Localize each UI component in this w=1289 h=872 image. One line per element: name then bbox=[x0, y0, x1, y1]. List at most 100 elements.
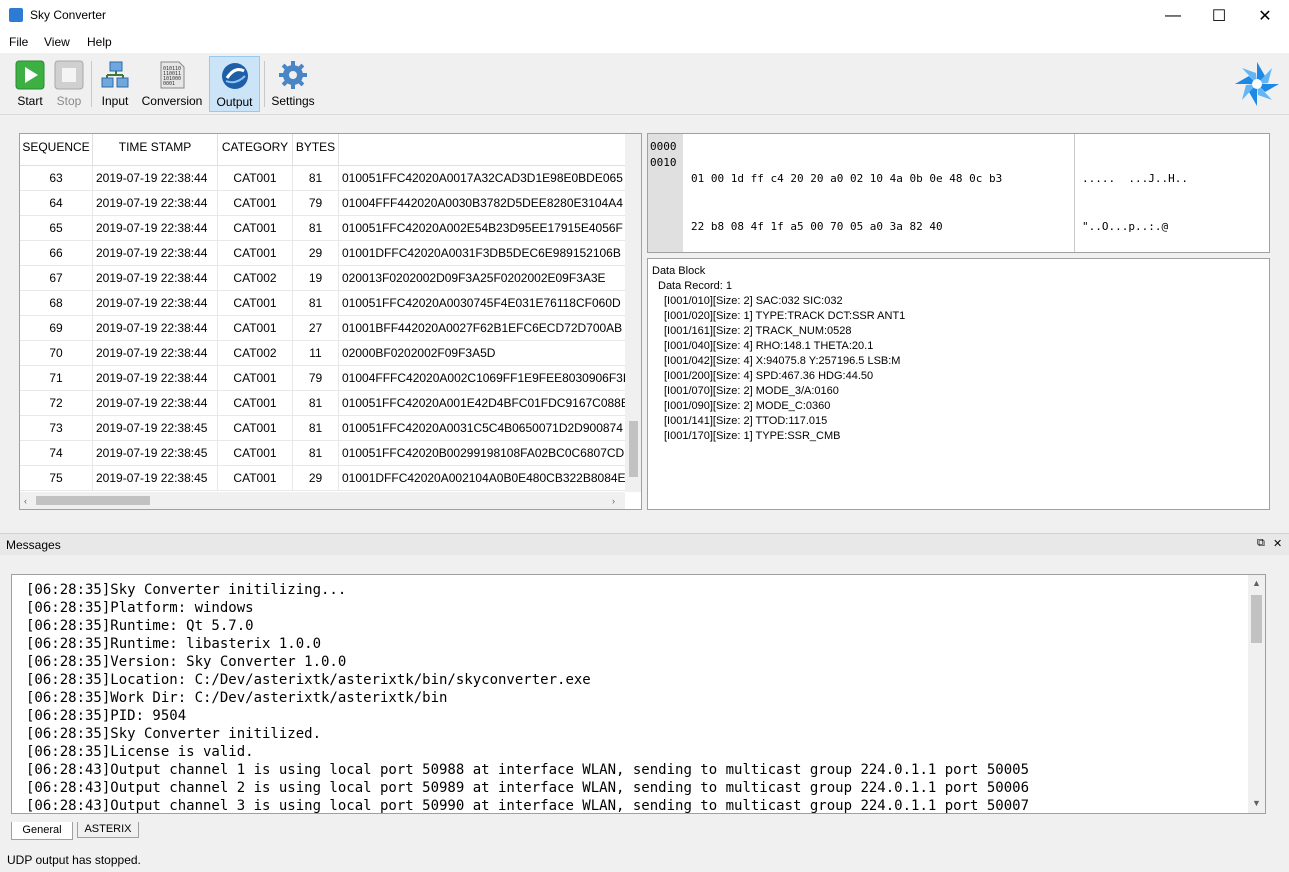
tree-item[interactable]: [I001/141][Size: 2] TTOD:117.015 bbox=[664, 414, 1265, 429]
table-row[interactable]: 66 2019-07-19 22:38:44 CAT001 29 01001DFFC42… bbox=[20, 241, 625, 266]
network-icon bbox=[100, 60, 130, 90]
input-button[interactable]: Input bbox=[95, 56, 135, 112]
cell-timestamp: 2019-07-19 22:38:44 bbox=[93, 266, 218, 291]
table-row[interactable]: 68 2019-07-19 22:38:44 CAT001 81 010051FFC42… bbox=[20, 291, 625, 316]
cell-timestamp: 2019-07-19 22:38:44 bbox=[93, 316, 218, 341]
scroll-right-icon[interactable]: › bbox=[612, 496, 615, 506]
table-row[interactable]: 69 2019-07-19 22:38:44 CAT001 27 01001BFF442… bbox=[20, 316, 625, 341]
cell-category: CAT001 bbox=[218, 191, 293, 216]
tree-item[interactable]: [I001/042][Size: 4] X:94075.8 Y:257196.5… bbox=[664, 354, 1265, 369]
scrollbar-thumb[interactable] bbox=[629, 421, 638, 477]
message-line: [06:28:35]Sky Converter initilized. bbox=[26, 726, 322, 742]
cell-data: 010051FFC42020A0030745F4E031E76118CF060D bbox=[342, 296, 621, 310]
app-logo bbox=[1232, 59, 1282, 109]
col-sequence[interactable]: SEQUENCE bbox=[20, 134, 93, 166]
table-row[interactable]: 72 2019-07-19 22:38:44 CAT001 81 010051FFC42… bbox=[20, 391, 625, 416]
tree-item[interactable]: [I001/070][Size: 2] MODE_3/A:0160 bbox=[664, 384, 1265, 399]
hex-ascii[interactable]: ..... ...J..H.. "..O...p..:.@ bbox=[1082, 139, 1188, 267]
input-label: Input bbox=[101, 94, 129, 108]
tree-item[interactable]: [I001/010][Size: 2] SAC:032 SIC:032 bbox=[664, 294, 1265, 309]
maximize-button[interactable]: ☐ bbox=[1196, 0, 1242, 31]
col-category[interactable]: CATEGORY bbox=[218, 134, 293, 166]
settings-label: Settings bbox=[271, 94, 315, 108]
table-row[interactable]: 70 2019-07-19 22:38:44 CAT002 11 02000BF0202… bbox=[20, 341, 625, 366]
tree-record[interactable]: Data Record: 1 bbox=[652, 279, 1265, 294]
hex-divider bbox=[1074, 134, 1075, 252]
tree-item[interactable]: [I001/161][Size: 2] TRACK_NUM:0528 bbox=[664, 324, 1265, 339]
conversion-button[interactable]: 010110 110011 101000 0001 Conversion bbox=[138, 56, 206, 112]
table-row[interactable]: 71 2019-07-19 22:38:44 CAT001 79 01004FFFC42… bbox=[20, 366, 625, 391]
hex-ascii-line: "..O...p..:.@ bbox=[1082, 220, 1169, 233]
cell-data: 020013F0202002D09F3A25F0202002E09F3A3E bbox=[342, 271, 606, 285]
table-row[interactable]: 64 2019-07-19 22:38:44 CAT001 79 01004FFF442… bbox=[20, 191, 625, 216]
tab-asterix[interactable]: ASTERIX bbox=[77, 822, 139, 838]
col-bytes[interactable]: BYTES bbox=[293, 134, 339, 166]
float-icon[interactable]: ⧉ bbox=[1257, 537, 1265, 550]
table-row[interactable]: 67 2019-07-19 22:38:44 CAT002 19 020013F0202… bbox=[20, 266, 625, 291]
table-row[interactable]: 65 2019-07-19 22:38:44 CAT001 81 010051FFC42… bbox=[20, 216, 625, 241]
settings-button[interactable]: Settings bbox=[268, 56, 318, 112]
start-button[interactable]: Start bbox=[10, 56, 50, 112]
scrollbar-thumb[interactable] bbox=[36, 496, 150, 505]
message-line: [06:28:35]Location: C:/Dev/asterixtk/ast… bbox=[26, 672, 591, 688]
messages-log[interactable]: [06:28:35]Sky Converter initilizing... [0… bbox=[11, 574, 1266, 814]
messages-scrollbar[interactable]: ▲ ▼ bbox=[1248, 575, 1265, 813]
cell-category: CAT001 bbox=[218, 241, 293, 266]
play-icon bbox=[15, 60, 45, 90]
table-row[interactable]: 75 2019-07-19 22:38:45 CAT001 29 01001DFFC42… bbox=[20, 466, 625, 491]
cell-timestamp: 2019-07-19 22:38:44 bbox=[93, 391, 218, 416]
col-data[interactable] bbox=[339, 134, 625, 166]
messages-lines: [06:28:35]Sky Converter initilizing... [0… bbox=[26, 581, 1030, 814]
tree-item[interactable]: [I001/200][Size: 4] SPD:467.36 HDG:44.50 bbox=[664, 369, 1265, 384]
packet-table: SEQUENCE TIME STAMP CATEGORY BYTES 63 201… bbox=[19, 133, 642, 510]
menu-view[interactable]: View bbox=[44, 35, 70, 49]
cell-category: CAT001 bbox=[218, 166, 293, 191]
tree-root[interactable]: Data Block bbox=[652, 264, 1265, 279]
toolbar: Start Stop Input 010110 110011 101000 0001 … bbox=[0, 53, 1289, 115]
vertical-scrollbar[interactable] bbox=[625, 134, 641, 492]
tree-item[interactable]: [I001/090][Size: 2] MODE_C:0360 bbox=[664, 399, 1265, 414]
message-line: [06:28:43]Output channel 3 is using loca… bbox=[26, 798, 1030, 814]
scroll-up-icon[interactable]: ▲ bbox=[1252, 578, 1261, 588]
minimize-button[interactable]: — bbox=[1150, 0, 1196, 31]
message-line: [06:28:35]Version: Sky Converter 1.0.0 bbox=[26, 654, 347, 670]
tree-item[interactable]: [I001/040][Size: 4] RHO:148.1 THETA:20.1 bbox=[664, 339, 1265, 354]
table-row[interactable]: 63 2019-07-19 22:38:44 CAT001 81 010051FFC42… bbox=[20, 166, 625, 191]
decoded-tree: Data Block Data Record: 1 [I001/010][Siz… bbox=[647, 258, 1270, 510]
status-text: UDP output has stopped. bbox=[7, 853, 141, 867]
message-line: [06:28:43]Output channel 1 is using loca… bbox=[26, 762, 1030, 778]
cell-category: CAT001 bbox=[218, 216, 293, 241]
close-button[interactable]: ✕ bbox=[1242, 0, 1288, 31]
cell-bytes: 81 bbox=[293, 291, 339, 316]
title-bar: Sky Converter — ☐ ✕ bbox=[0, 0, 1289, 31]
menu-file[interactable]: File bbox=[9, 35, 28, 49]
cell-timestamp: 2019-07-19 22:38:44 bbox=[93, 341, 218, 366]
tab-general[interactable]: General bbox=[11, 822, 73, 840]
status-bar: UDP output has stopped. bbox=[0, 850, 1289, 872]
col-timestamp[interactable]: TIME STAMP bbox=[93, 134, 218, 166]
tree-item[interactable]: [I001/170][Size: 1] TYPE:SSR_CMB bbox=[664, 429, 1265, 444]
stop-label: Stop bbox=[56, 94, 82, 108]
hex-offset: 0010 bbox=[650, 156, 677, 169]
cell-sequence: 74 bbox=[20, 441, 93, 466]
cell-sequence: 75 bbox=[20, 466, 93, 491]
menu-help[interactable]: Help bbox=[87, 35, 112, 49]
cell-data: 010051FFC42020A0017A32CAD3D1E98E0BDE065 bbox=[342, 171, 623, 185]
scroll-down-icon[interactable]: ▼ bbox=[1252, 798, 1261, 808]
output-button[interactable]: Output bbox=[209, 56, 260, 112]
scrollbar-thumb[interactable] bbox=[1251, 595, 1262, 643]
close-icon[interactable]: ✕ bbox=[1273, 537, 1282, 550]
cell-sequence: 64 bbox=[20, 191, 93, 216]
table-row[interactable]: 73 2019-07-19 22:38:45 CAT001 81 010051FFC42… bbox=[20, 416, 625, 441]
message-line: [06:28:35]Sky Converter initilizing... bbox=[26, 582, 347, 598]
cell-bytes: 29 bbox=[293, 466, 339, 491]
hex-offset-column: 0000 0010 bbox=[648, 134, 683, 252]
table-row[interactable]: 74 2019-07-19 22:38:45 CAT001 81 010051FFC42… bbox=[20, 441, 625, 466]
hex-bytes[interactable]: 01 00 1d ff c4 20 20 a0 02 10 4a 0b 0e 4… bbox=[691, 139, 1002, 267]
tree-item[interactable]: [I001/020][Size: 1] TYPE:TRACK DCT:SSR A… bbox=[664, 309, 1265, 324]
cell-sequence: 68 bbox=[20, 291, 93, 316]
horizontal-scrollbar[interactable]: ‹ › bbox=[20, 492, 625, 509]
scroll-left-icon[interactable]: ‹ bbox=[24, 496, 27, 506]
stop-button[interactable]: Stop bbox=[50, 56, 88, 112]
tree-items: [I001/010][Size: 2] SAC:032 SIC:032 [I001… bbox=[652, 294, 1265, 444]
